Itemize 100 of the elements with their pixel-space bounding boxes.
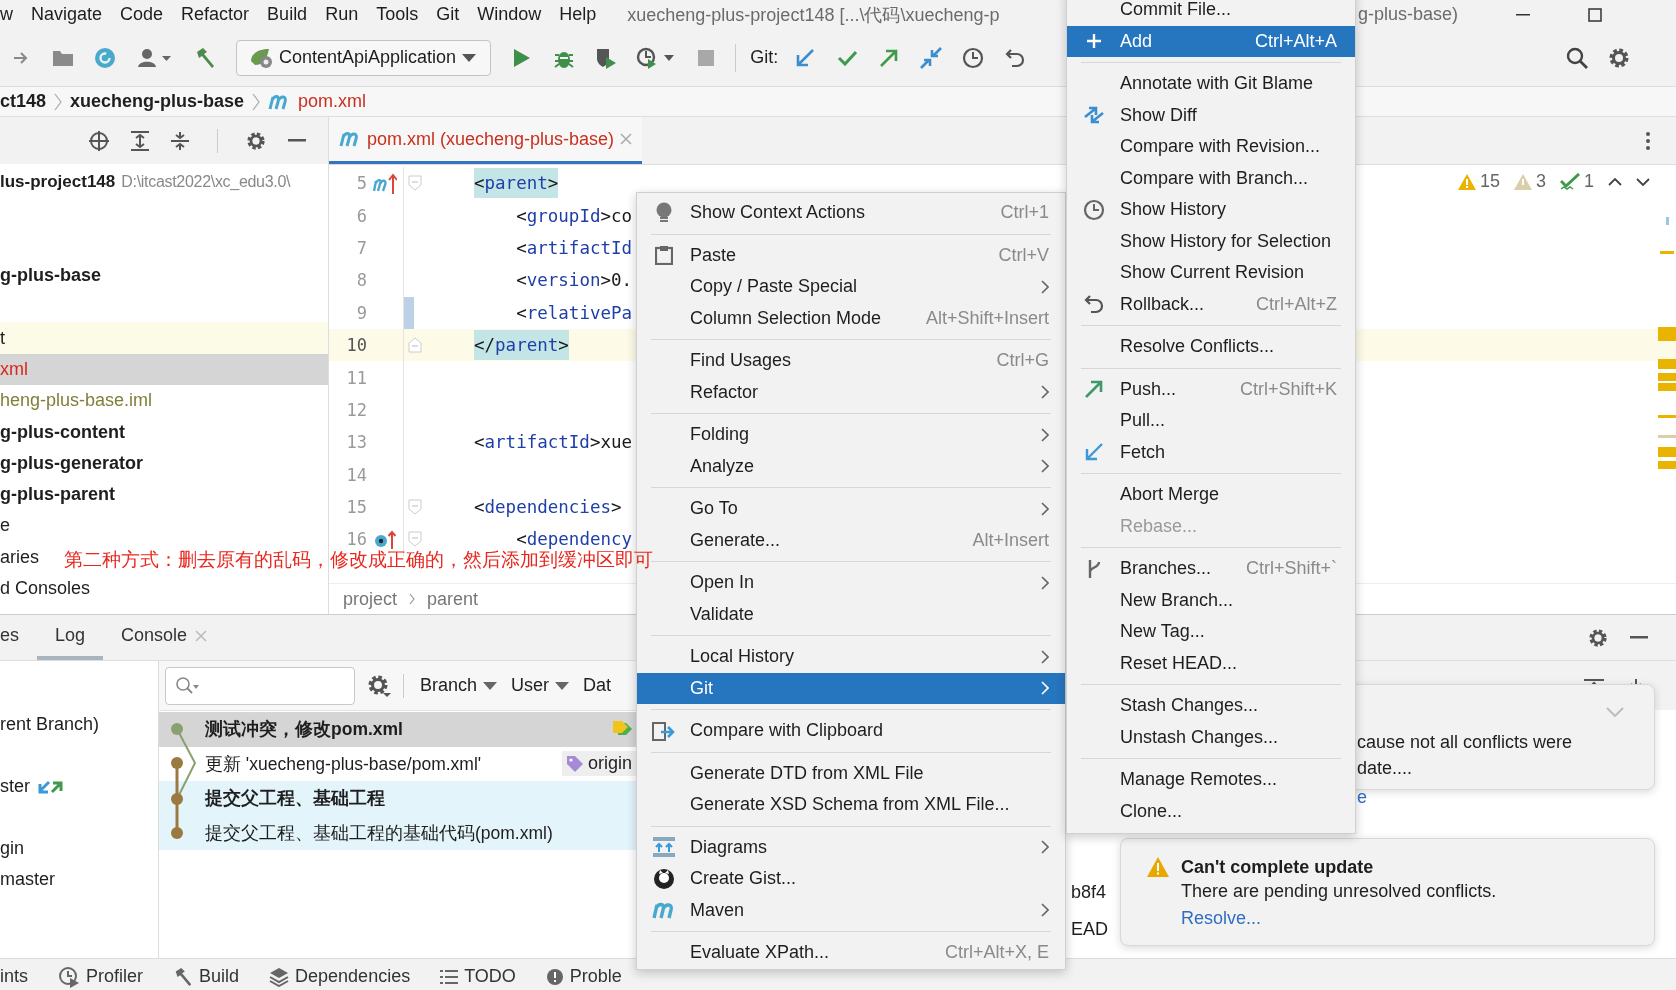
branch-item[interactable]: master — [0, 869, 55, 890]
filter-dropdown[interactable]: User — [507, 675, 574, 696]
profiler-dropdown-icon[interactable] — [636, 46, 677, 69]
menu-item[interactable]: Window — [468, 4, 551, 25]
menu-item[interactable]: Refactor — [172, 4, 259, 25]
tree-item[interactable]: e — [0, 515, 10, 537]
menu-item[interactable]: Run — [316, 4, 368, 25]
tree-item[interactable]: g-plus-base — [0, 265, 101, 287]
menu-item[interactable]: Generate XSD Schema from XML File... — [637, 789, 1065, 821]
menu-item[interactable]: Reset HEAD... — [1067, 647, 1355, 679]
next-icon[interactable] — [1636, 177, 1650, 186]
tool-window-button[interactable]: TODO — [440, 966, 516, 987]
menu-item[interactable]: Annotate with Git Blame — [1067, 68, 1355, 100]
filter-dropdown[interactable]: Dat — [579, 675, 616, 696]
previous-icon[interactable] — [1608, 177, 1622, 186]
warning-count[interactable]: 15 — [1457, 171, 1500, 192]
run-configuration-dropdown[interactable]: ContentApiApplication — [236, 39, 492, 76]
m-up-arrow-icon[interactable] — [373, 172, 397, 195]
class-icon[interactable] — [94, 46, 116, 69]
filter-dropdown[interactable]: Branch — [416, 675, 502, 696]
notification-link[interactable]: Resolve... — [1181, 903, 1497, 933]
menu-item[interactable]: New Branch... — [1067, 584, 1355, 616]
tree-item[interactable]: g-plus-parent — [0, 484, 115, 506]
breadcrumb-item[interactable]: ct148 — [0, 91, 47, 112]
expand-all-icon[interactable] — [131, 130, 149, 151]
menu-item[interactable]: Refactor — [637, 376, 1065, 408]
menu-item[interactable]: Rollback... Ctrl+Alt+Z — [1067, 288, 1355, 320]
menu-item[interactable]: Compare with Clipboard — [637, 715, 1065, 747]
dot-up-arrow-icon[interactable] — [374, 529, 396, 550]
hammer-icon[interactable] — [194, 46, 216, 69]
tree-item[interactable]: d Consoles — [0, 578, 91, 599]
tree-item[interactable]: aries — [0, 546, 39, 568]
breadcrumb-item[interactable]: parent — [427, 588, 479, 610]
menu-item[interactable]: Pull... — [1067, 405, 1355, 437]
tree-item[interactable]: heng-plus-base.iml — [0, 390, 153, 412]
menu-item[interactable]: Branches... Ctrl+Shift+` — [1067, 553, 1355, 585]
menu-item[interactable]: Fetch — [1067, 436, 1355, 468]
breadcrumb-item[interactable]: project — [343, 588, 398, 610]
minimize-icon[interactable] — [1516, 13, 1531, 16]
menu-item[interactable]: Folding — [637, 419, 1065, 451]
locate-icon[interactable] — [89, 130, 109, 151]
menu-item[interactable]: Stash Changes... — [1067, 690, 1355, 722]
settings-icon[interactable] — [1608, 46, 1630, 69]
menu-item[interactable]: Navigate — [22, 4, 112, 25]
menu-item[interactable]: Tools — [367, 4, 428, 25]
collapse-all-icon[interactable] — [171, 130, 189, 151]
menu-item[interactable]: Show Current Revision — [1067, 257, 1355, 289]
menu-item[interactable]: Show History for Selection — [1067, 225, 1355, 257]
tree-item[interactable]: g-plus-generator — [0, 452, 143, 474]
menu-item[interactable]: Add Ctrl+Alt+A — [1067, 25, 1355, 57]
close-icon[interactable] — [620, 133, 633, 145]
menu-item[interactable]: Abort Merge — [1067, 479, 1355, 511]
panel-tab[interactable]: Console — [103, 615, 226, 660]
notification-link[interactable]: e — [1357, 782, 1654, 812]
settings-icon[interactable] — [1588, 627, 1608, 648]
person-dropdown-icon[interactable] — [138, 47, 172, 68]
menu-item[interactable]: Diagrams — [637, 831, 1065, 863]
menu-item[interactable]: w — [0, 4, 22, 25]
run-icon[interactable] — [514, 48, 531, 67]
branch-item[interactable]: gin — [0, 838, 25, 859]
menu-item[interactable]: Push... Ctrl+Shift+K — [1067, 373, 1355, 405]
fold-marker-icon[interactable] — [408, 337, 422, 354]
breadcrumb-item[interactable]: pom.xml — [298, 91, 367, 112]
fold-marker-icon[interactable] — [408, 531, 422, 548]
clock-icon[interactable] — [962, 46, 985, 69]
typo-count[interactable]: 1 — [1560, 171, 1594, 192]
tool-window-button[interactable]: Build — [173, 966, 240, 987]
menu-item[interactable]: Help — [550, 4, 606, 25]
menu-item[interactable]: New Tag... — [1067, 616, 1355, 648]
settings-icon[interactable] — [367, 673, 391, 698]
breadcrumb-item[interactable]: xuecheng-plus-base — [70, 91, 245, 112]
menu-item[interactable]: Validate — [637, 598, 1065, 630]
tool-window-button[interactable]: Profiler — [58, 965, 144, 988]
commit-message[interactable]: 更新 'xuecheng-plus-base/pom.xml' — [205, 751, 482, 776]
more-icon[interactable] — [1646, 131, 1650, 150]
push-arrow-icon[interactable] — [880, 48, 899, 67]
menu-item[interactable]: Code — [111, 4, 173, 25]
menu-item[interactable]: Column Selection Mode Alt+Shift+Insert — [637, 302, 1065, 334]
panel-tab[interactable]: es — [0, 615, 37, 660]
folder-icon[interactable] — [52, 48, 74, 67]
tree-item[interactable]: lus-project148 — [0, 171, 116, 192]
menu-item[interactable]: Maven — [637, 894, 1065, 926]
menu-item[interactable]: Git — [427, 4, 469, 25]
update-arrow-icon[interactable] — [796, 48, 815, 67]
change-marker[interactable] — [404, 296, 414, 329]
menu-item[interactable]: Commit File... — [1067, 0, 1355, 26]
menu-item[interactable]: Local History — [637, 641, 1065, 673]
branch-item[interactable]: ster — [0, 776, 30, 797]
search-field[interactable] — [165, 666, 355, 705]
menu-item[interactable]: Compare with Branch... — [1067, 162, 1355, 194]
menu-item[interactable]: Go To — [637, 493, 1065, 525]
stop-icon[interactable] — [698, 49, 715, 66]
menu-item[interactable]: Git — [637, 672, 1065, 704]
forward-arrow-icon[interactable] — [14, 49, 28, 66]
fold-marker-icon[interactable] — [408, 499, 422, 516]
search-icon[interactable] — [1566, 46, 1588, 69]
menu-item[interactable]: Generate DTD from XML File — [637, 757, 1065, 789]
check-icon[interactable] — [837, 49, 858, 66]
menu-item[interactable]: Paste Ctrl+V — [637, 239, 1065, 271]
menu-item[interactable]: Show Diff — [1067, 99, 1355, 131]
